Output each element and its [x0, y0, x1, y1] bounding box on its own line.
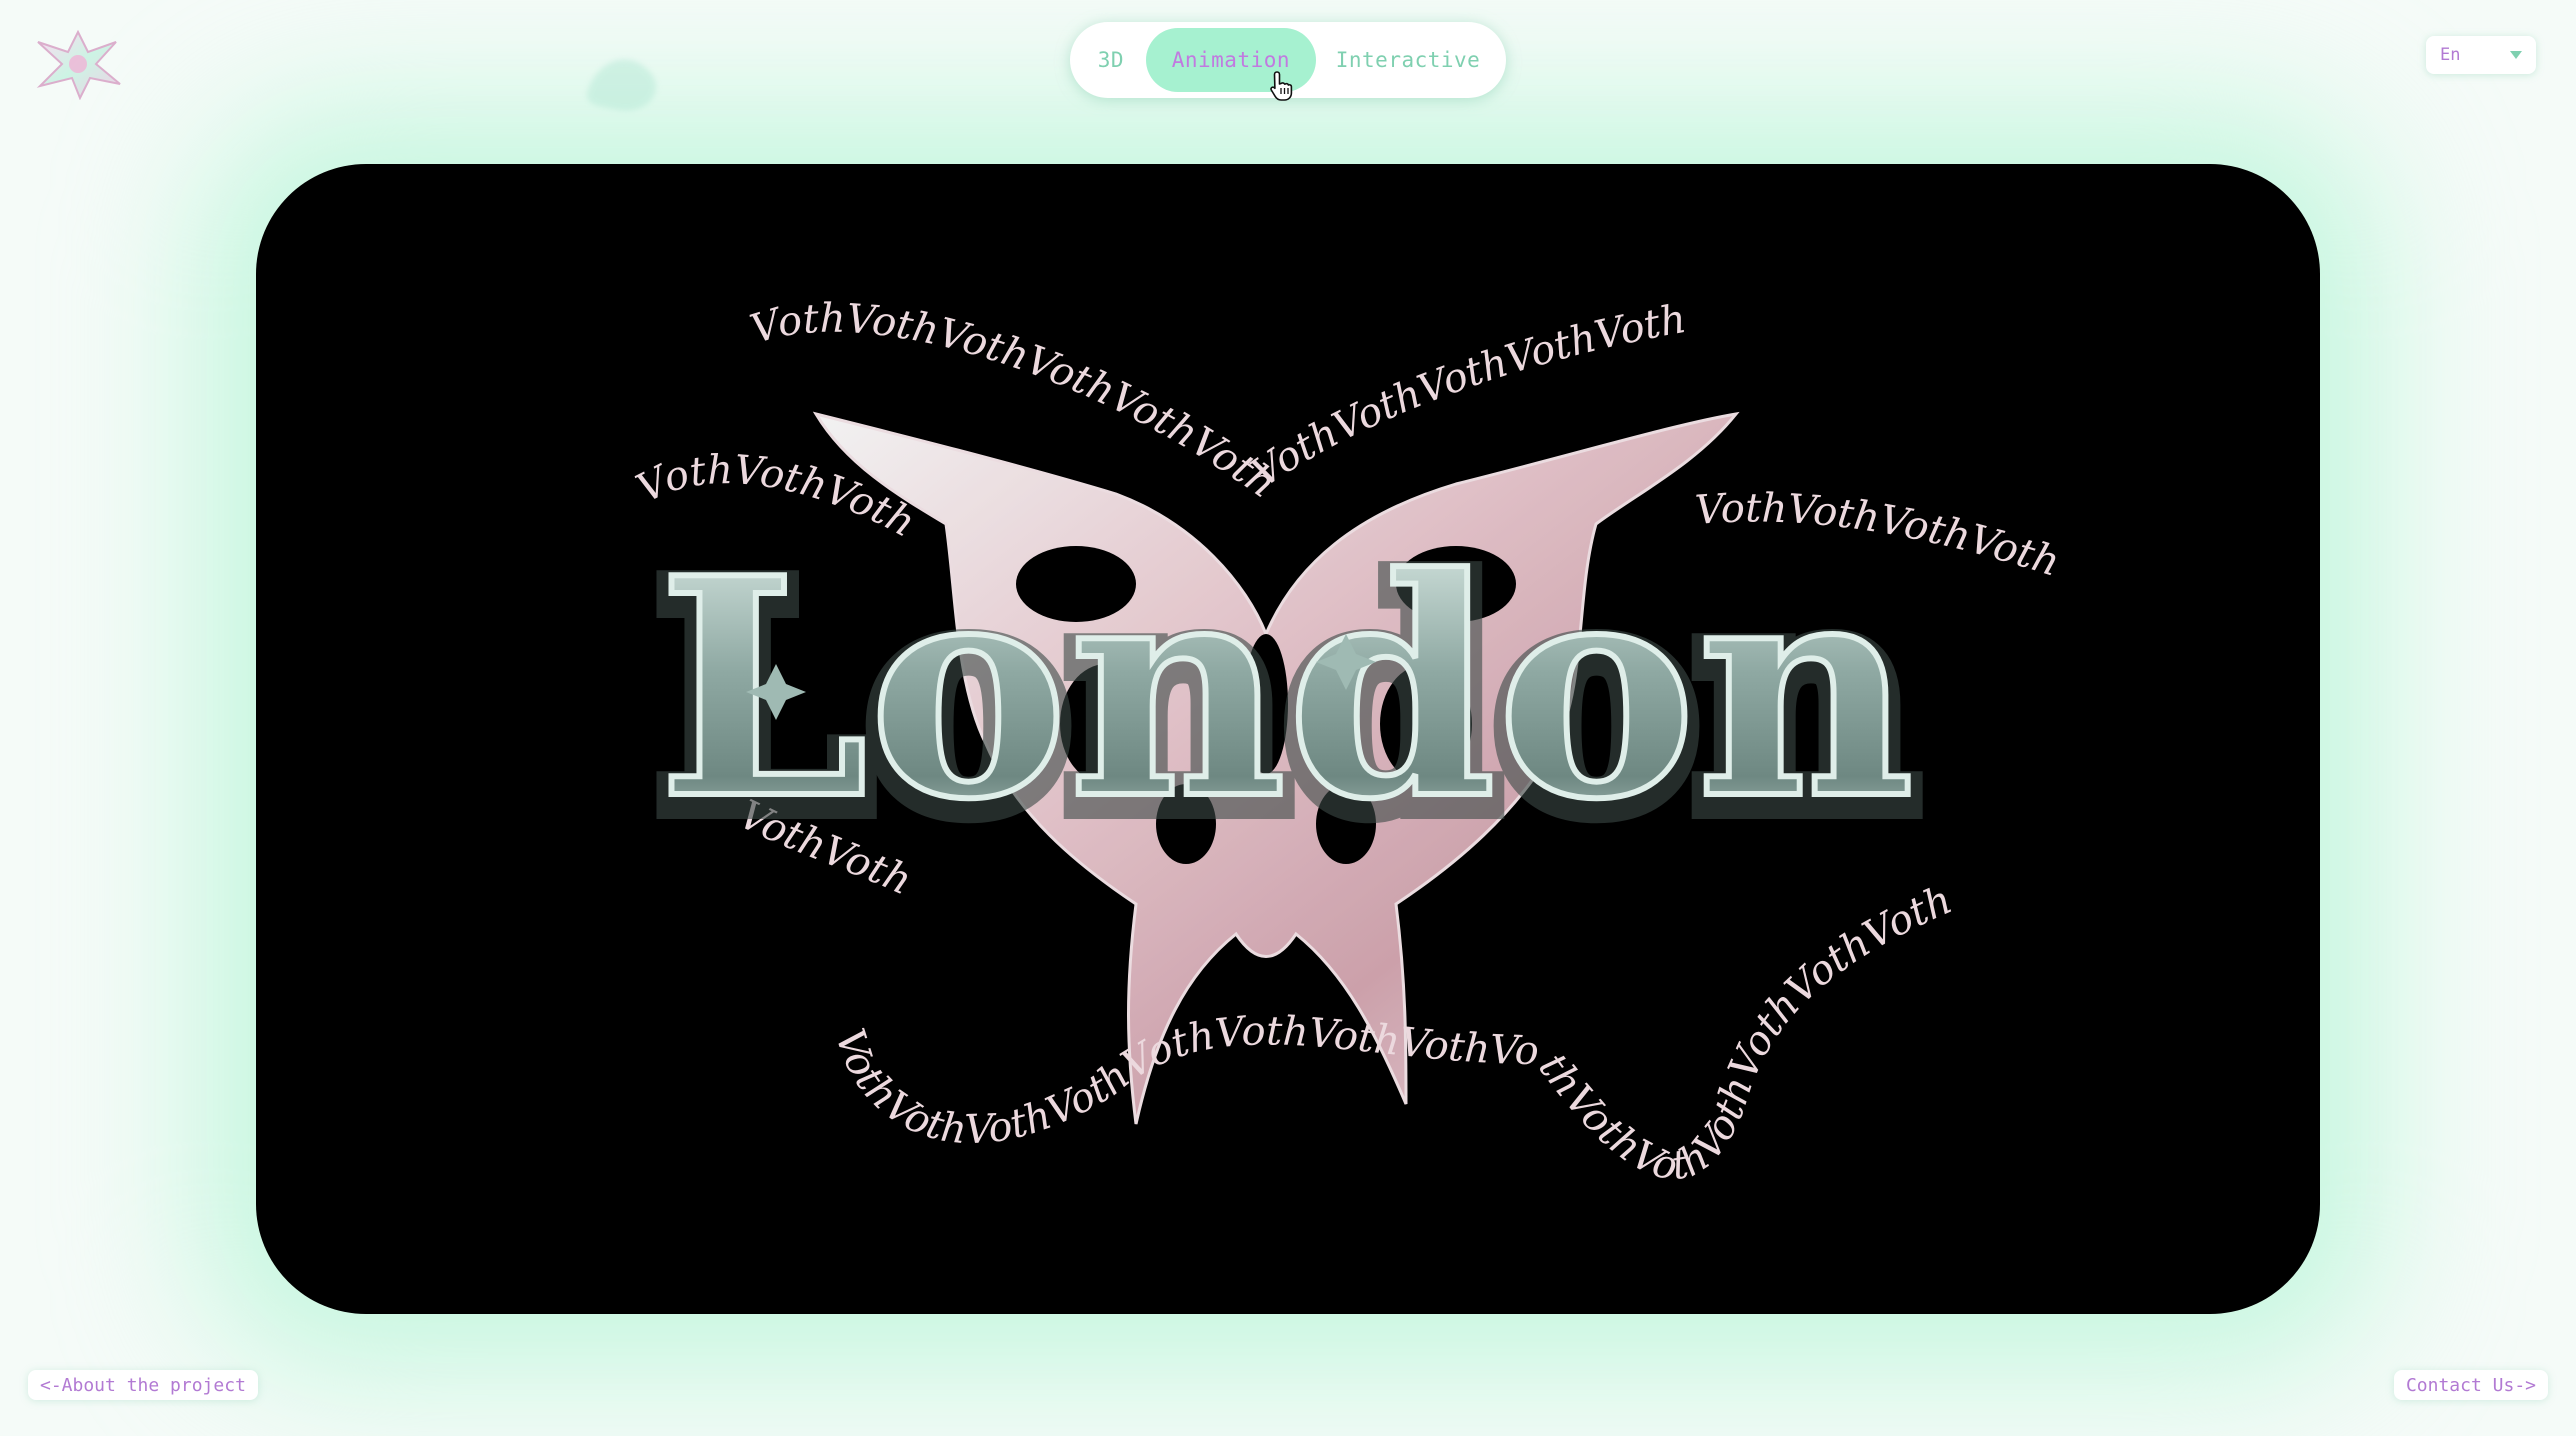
wordmark-chrome: London — [657, 512, 1914, 865]
tab-interactive[interactable]: Interactive — [1316, 28, 1500, 92]
language-select[interactable]: En — [2426, 36, 2536, 74]
hand-pointer-icon — [1268, 70, 1296, 102]
artwork-stage[interactable]: VothVothVothVothVothVothVothVothVothVoth… — [256, 164, 2320, 1314]
language-value: En — [2440, 45, 2461, 65]
decorative-blob — [578, 40, 678, 120]
contact-us-link[interactable]: Contact Us-> — [2393, 1370, 2548, 1400]
chevron-down-icon — [2510, 51, 2522, 59]
about-project-link[interactable]: <-About the project — [28, 1370, 258, 1400]
tab-3d[interactable]: 3D — [1076, 28, 1146, 92]
london-wordmark: London London — [642, 507, 1929, 890]
chrome-star-logo-icon[interactable] — [30, 28, 126, 101]
page: 3D Animation Interactive En VothVothVoth… — [0, 0, 2576, 1436]
london-voth-artwork: VothVothVothVothVothVothVothVothVothVoth… — [629, 296, 2065, 1190]
